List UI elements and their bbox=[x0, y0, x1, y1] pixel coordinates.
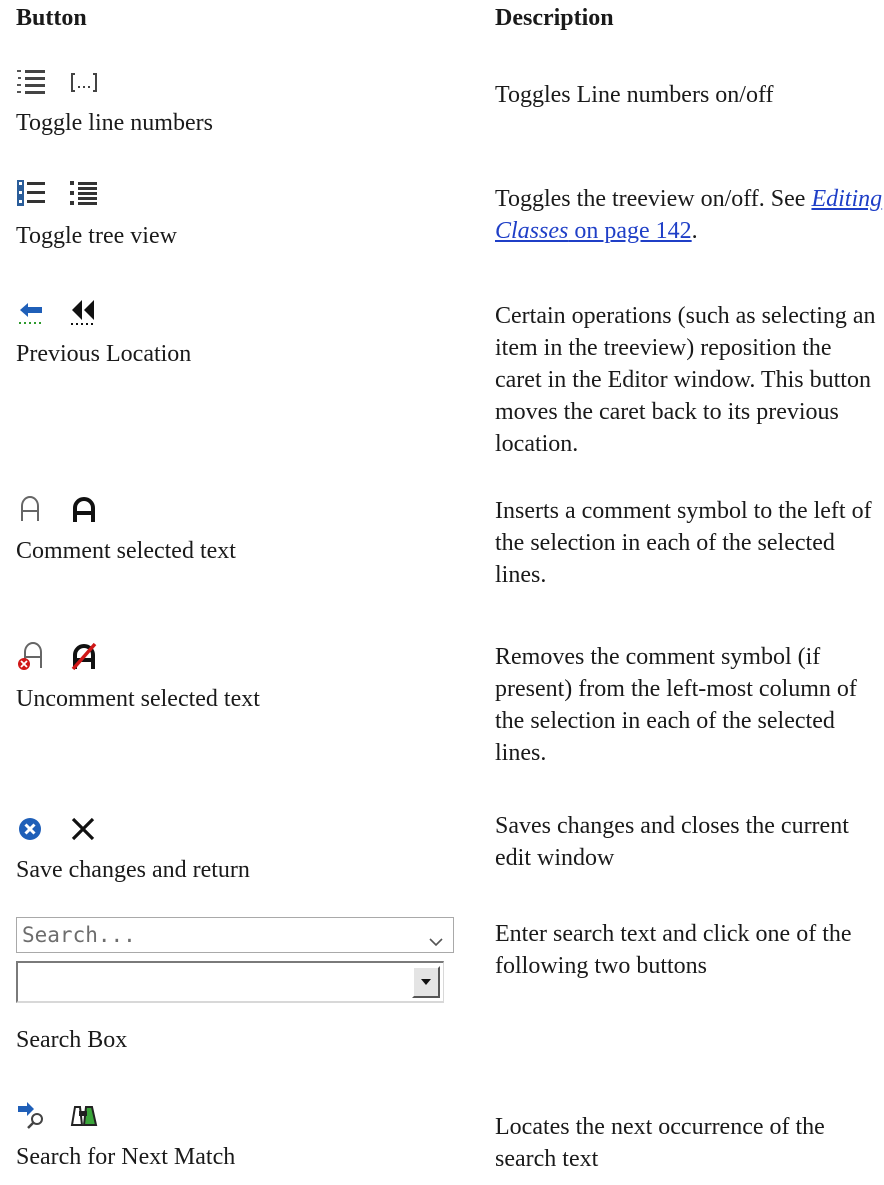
search-combo-box[interactable] bbox=[16, 961, 444, 1003]
tree-view-icon[interactable] bbox=[16, 177, 48, 209]
back-arrow-icon[interactable] bbox=[16, 296, 48, 328]
line-numbers-icon[interactable] bbox=[16, 66, 48, 98]
bracket-ellipsis-icon[interactable] bbox=[68, 66, 100, 98]
search-input[interactable]: Search... bbox=[16, 917, 454, 953]
close-circle-icon[interactable] bbox=[16, 813, 48, 845]
find-next-icon[interactable] bbox=[16, 1099, 48, 1131]
button-label: Search Box bbox=[16, 1027, 128, 1053]
button-label: Toggle line numbers bbox=[16, 110, 213, 136]
button-description: Locates the next occurrence of the searc… bbox=[495, 1114, 825, 1172]
button-description: Enter search text and click one of the f… bbox=[495, 921, 852, 979]
button-label: Uncomment selected text bbox=[16, 686, 260, 712]
dropdown-button[interactable] bbox=[412, 966, 440, 998]
search-placeholder: Search... bbox=[22, 923, 136, 947]
button-description: Toggles the treeview on/off. See Editing… bbox=[495, 186, 883, 244]
button-description: Removes the comment symbol (if present) … bbox=[495, 644, 857, 766]
button-label: Comment selected text bbox=[16, 538, 236, 564]
button-description: Saves changes and closes the current edi… bbox=[495, 813, 849, 871]
button-description: Inserts a comment symbol to the left of … bbox=[495, 498, 872, 588]
button-description: Certain operations (such as selecting an… bbox=[495, 303, 876, 457]
uncomment-outline-icon[interactable] bbox=[16, 640, 48, 672]
binoculars-icon[interactable] bbox=[68, 1099, 100, 1131]
uncomment-bold-icon[interactable] bbox=[68, 640, 100, 672]
button-description: Toggles Line numbers on/off bbox=[495, 82, 774, 108]
rewind-icon[interactable] bbox=[68, 296, 100, 328]
close-x-icon[interactable] bbox=[68, 813, 100, 845]
tree-view-alt-icon[interactable] bbox=[68, 177, 100, 209]
button-label: Toggle tree view bbox=[16, 223, 177, 249]
button-label: Save changes and return bbox=[16, 857, 250, 883]
button-label: Search for Next Match bbox=[16, 1144, 236, 1170]
chevron-down-icon[interactable] bbox=[427, 927, 445, 959]
button-label: Previous Location bbox=[16, 341, 192, 367]
column-header-description: Description bbox=[495, 5, 614, 31]
comment-bold-icon[interactable] bbox=[68, 493, 100, 525]
column-header-button: Button bbox=[16, 5, 87, 31]
comment-outline-icon[interactable] bbox=[16, 493, 48, 525]
